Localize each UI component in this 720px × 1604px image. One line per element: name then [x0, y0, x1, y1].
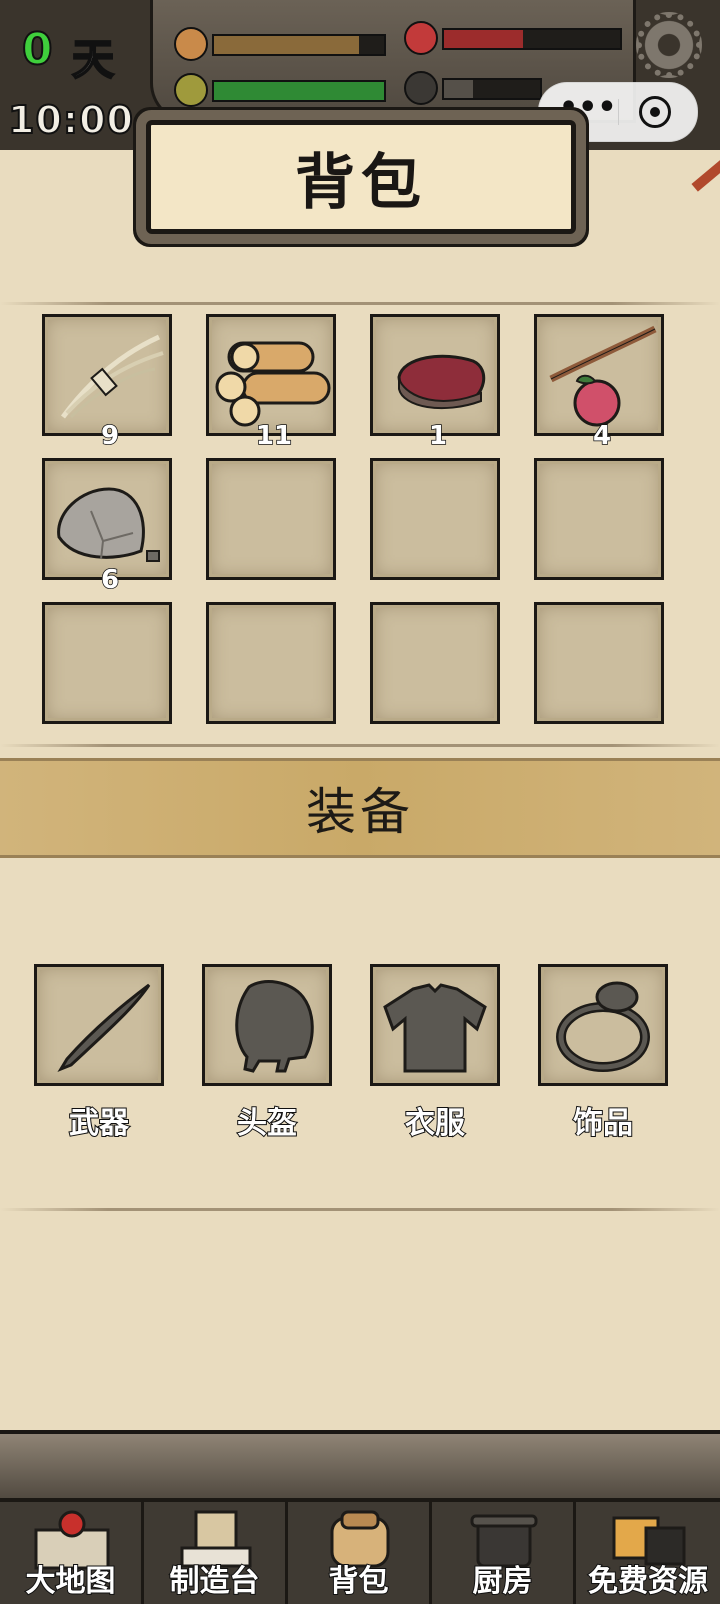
grass-bundle-icon [60, 334, 164, 419]
nav-kitchen-label: 厨房 [472, 1563, 534, 1600]
item-count: 4 [592, 420, 612, 452]
item-count: 11 [255, 420, 293, 452]
leaf-icon [174, 73, 208, 107]
spear-decoration [691, 158, 720, 192]
backpack-slot[interactable] [206, 458, 336, 580]
backpack-slot[interactable] [534, 602, 664, 724]
accessory-slot[interactable] [538, 964, 668, 1086]
backpack-slot[interactable] [370, 458, 500, 580]
nav-map[interactable]: 大地图 [0, 1502, 144, 1604]
backpack-slot[interactable] [42, 602, 172, 724]
divider [0, 744, 720, 747]
hunger-fill [214, 36, 359, 54]
divider [0, 1208, 720, 1211]
day-unit-label: 天 [71, 34, 115, 85]
divider [0, 302, 720, 305]
nav-free-resources-label: 免费资源 [587, 1563, 709, 1600]
nav-kitchen[interactable]: 厨房 [432, 1502, 576, 1604]
nav-free-resources[interactable]: 免费资源 [576, 1502, 720, 1604]
backpack-slot[interactable] [206, 602, 336, 724]
stone-icon [57, 487, 160, 562]
health-bar [442, 28, 622, 50]
nav-workbench[interactable]: 制造台 [144, 1502, 288, 1604]
heart-icon [404, 21, 438, 55]
day-counter: 0 [21, 23, 54, 76]
drumstick-icon [174, 27, 208, 61]
page-title: 背包 [146, 120, 576, 234]
raw-meat-icon [397, 354, 486, 410]
helmet-slot[interactable] [202, 964, 332, 1086]
sanity-fill [444, 80, 473, 98]
armor-icon [383, 983, 487, 1073]
nav-workbench-label: 制造台 [169, 1563, 261, 1600]
weapon-slot[interactable] [34, 964, 164, 1086]
stamina-fill [214, 82, 384, 100]
weapon-label: 武器 [68, 1105, 130, 1142]
wood-logs-icon [215, 341, 331, 427]
nav-map-label: 大地图 [25, 1563, 117, 1600]
hunger-bar [212, 34, 386, 56]
sanity-bar [442, 78, 542, 100]
item-count: 9 [100, 420, 120, 452]
backpack-slot[interactable] [534, 458, 664, 580]
bottom-frame [0, 1430, 720, 1504]
equipment-header: 装备 [0, 758, 720, 858]
backpack-slot[interactable]: 1 [370, 314, 500, 452]
game-clock: 10:00 [7, 97, 134, 143]
backpack-slot[interactable]: 4 [534, 314, 664, 452]
armor-label: 衣服 [404, 1105, 466, 1142]
blade-icon [57, 983, 151, 1073]
health-fill [444, 30, 524, 48]
item-count: 6 [100, 564, 120, 596]
helmet-icon [235, 980, 314, 1073]
armor-slot[interactable] [370, 964, 500, 1086]
bottom-nav: 大地图 制造台 背包 厨房 免费资源 [0, 1498, 720, 1604]
backpack-slot[interactable] [370, 602, 500, 724]
ring-icon [556, 981, 650, 1072]
berry-branch-icon [549, 325, 657, 427]
backpack-slot[interactable]: 9 [42, 314, 172, 452]
helmet-label: 头盔 [236, 1105, 298, 1142]
stamina-bar [212, 80, 386, 102]
backpack-slot[interactable]: 6 [42, 458, 172, 596]
target-icon[interactable] [639, 96, 671, 128]
settings-gear-icon[interactable] [636, 12, 702, 78]
backpack-slot[interactable]: 11 [206, 314, 336, 452]
skull-icon [404, 71, 438, 105]
capsule-divider [618, 99, 619, 125]
item-count: 1 [428, 420, 448, 452]
nav-backpack[interactable]: 背包 [288, 1502, 432, 1604]
accessory-label: 饰品 [572, 1105, 634, 1142]
nav-backpack-label: 背包 [328, 1563, 390, 1600]
